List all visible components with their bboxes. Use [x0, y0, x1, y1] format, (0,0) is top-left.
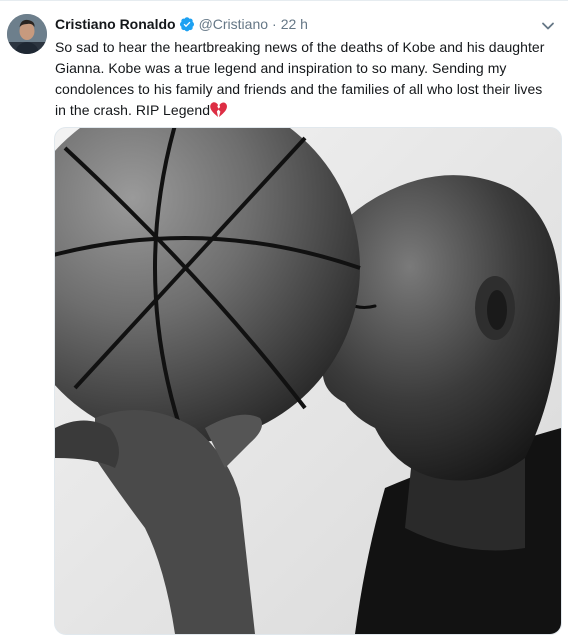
tweet[interactable]: Cristiano Ronaldo @Cristiano · 22 h So s…: [0, 0, 568, 638]
timestamp[interactable]: 22 h: [281, 15, 308, 33]
author-name[interactable]: Cristiano Ronaldo: [55, 15, 176, 33]
tweet-header: Cristiano Ronaldo @Cristiano · 22 h: [55, 15, 308, 33]
separator: ·: [272, 16, 277, 32]
verified-badge-icon: [179, 16, 195, 32]
tweet-text-content: So sad to hear the heartbreaking news of…: [55, 39, 545, 118]
chevron-down-icon[interactable]: [540, 18, 556, 34]
author-handle[interactable]: @Cristiano: [199, 15, 268, 33]
tweet-photo[interactable]: [54, 127, 562, 635]
avatar[interactable]: [7, 14, 47, 54]
broken-heart-icon: [210, 102, 228, 118]
tweet-text: So sad to hear the heartbreaking news of…: [55, 37, 555, 121]
